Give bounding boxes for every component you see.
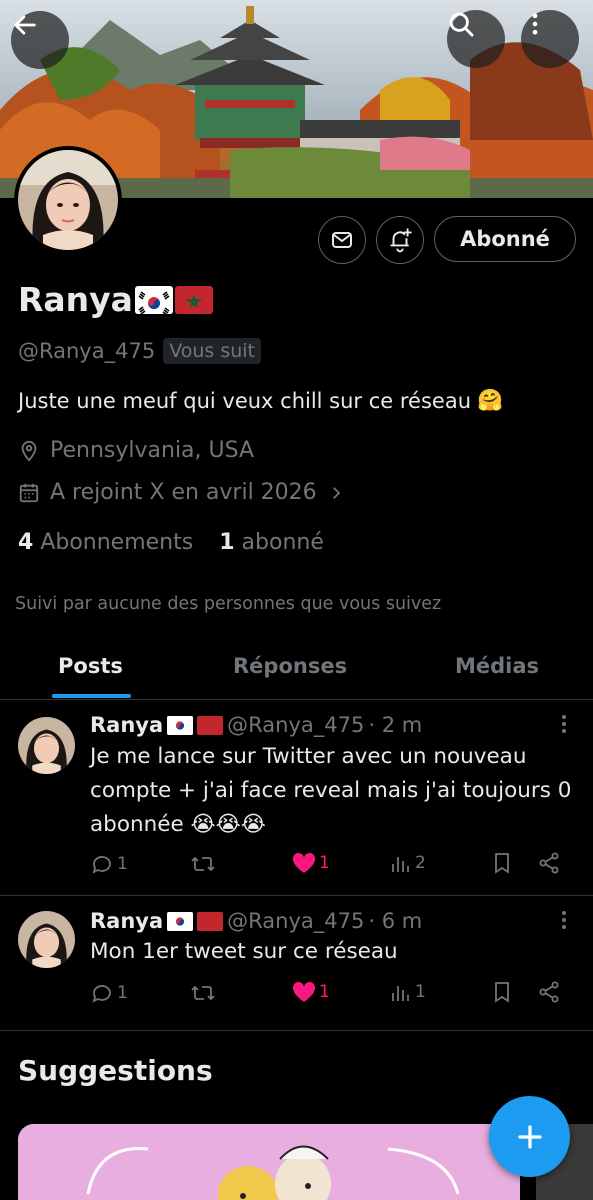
tweet-time: · 6 m	[368, 909, 423, 933]
more-vertical-icon	[562, 715, 566, 733]
suggestion-banner-image	[18, 1124, 520, 1200]
plus-icon	[517, 1124, 542, 1149]
follows-you-badge: Vous suit	[163, 338, 261, 364]
followed-by-text: Suivi par aucune des personnes que vous …	[15, 594, 442, 614]
suggestion-card[interactable]	[18, 1124, 520, 1200]
bookmark-icon	[495, 982, 509, 1003]
tab-posts[interactable]: Posts	[58, 654, 123, 678]
reply-button[interactable]: 1	[90, 852, 128, 876]
bookmark-button[interactable]	[492, 852, 512, 874]
display-name: Ranya	[18, 280, 133, 319]
bookmark-button[interactable]	[492, 981, 512, 1003]
south-korea-flag	[167, 715, 194, 735]
views-button[interactable]: 1	[390, 981, 426, 1003]
tweet-more-button[interactable]	[561, 910, 567, 935]
reply-icon	[92, 856, 111, 874]
location-pin-icon	[21, 440, 37, 462]
views-button[interactable]: 2	[390, 852, 426, 874]
tweet-header: Ranya @Ranya_475 · 6 m	[90, 909, 422, 933]
south-korea-flag	[167, 911, 194, 931]
tweet-avatar[interactable]	[18, 717, 75, 774]
location-row: Pennsylvania, USA	[18, 438, 254, 463]
tweet[interactable]: Ranya @Ranya_475 · 6 m Mon 1er tweet sur…	[0, 897, 593, 1031]
more-options-button[interactable]	[521, 10, 579, 68]
joined-row[interactable]: A rejoint X en avril 2026	[18, 480, 345, 505]
tweet-more-button[interactable]	[561, 714, 567, 739]
views-icon	[392, 986, 409, 1001]
tweet-author-name[interactable]: Ranya	[90, 713, 163, 737]
notify-button[interactable]	[376, 216, 424, 264]
back-button[interactable]	[11, 11, 69, 69]
share-button[interactable]	[538, 981, 560, 1003]
follow-counts: 4 Abonnements 1 abonné	[18, 530, 324, 555]
calendar-icon	[19, 483, 39, 502]
mail-icon	[332, 232, 352, 248]
tab-media[interactable]: Médias	[455, 654, 539, 678]
tweet[interactable]: Ranya @Ranya_475 · 2 m Je me lance sur T…	[0, 700, 593, 896]
chevron-right-icon	[332, 486, 340, 499]
profile-avatar[interactable]	[14, 146, 122, 254]
morocco-flag	[174, 285, 213, 314]
share-icon	[539, 981, 559, 1003]
more-vertical-icon	[532, 13, 538, 35]
morocco-flag	[197, 911, 224, 931]
retweet-button[interactable]	[190, 981, 219, 1005]
profile-name: Ranya	[18, 280, 213, 319]
bell-plus-icon	[390, 228, 412, 253]
handle-row: @Ranya_475 Vous suit	[18, 338, 261, 364]
following-button[interactable]: Abonné	[434, 216, 576, 262]
bio-emoji: 🤗	[477, 388, 504, 412]
following-link[interactable]: 4 Abonnements	[18, 530, 193, 555]
tweet-text: Mon 1er tweet sur ce réseau	[90, 939, 398, 964]
tweet-actions: 1 1 2	[90, 852, 570, 882]
followers-link[interactable]: 1 abonné	[219, 530, 324, 555]
heart-filled-icon	[292, 852, 316, 873]
share-button[interactable]	[538, 852, 560, 874]
tweet-author-name[interactable]: Ranya	[90, 909, 163, 933]
retweet-icon	[191, 856, 215, 872]
joined-text: A rejoint X en avril 2026	[50, 480, 317, 505]
retweet-icon	[191, 985, 215, 1001]
more-vertical-icon	[562, 911, 566, 929]
like-button[interactable]: 1	[292, 981, 330, 1003]
share-icon	[539, 852, 559, 874]
search-icon	[449, 12, 474, 37]
profile-bio: Juste une meuf qui veux chill sur ce rés…	[18, 388, 503, 413]
arrow-left-icon	[14, 15, 36, 35]
tweet-avatar[interactable]	[18, 911, 75, 968]
tweet-actions: 1 1 1	[90, 981, 570, 1011]
bio-text: Juste une meuf qui veux chill sur ce rés…	[18, 388, 472, 413]
like-button[interactable]: 1	[292, 852, 330, 874]
tweet-author-handle: @Ranya_475	[227, 909, 365, 933]
profile-handle: @Ranya_475	[18, 339, 156, 363]
tweet-emoji: 😭😭😭	[190, 812, 266, 837]
south-korea-flag	[134, 285, 173, 314]
tab-replies[interactable]: Réponses	[233, 654, 347, 678]
message-button[interactable]	[318, 216, 366, 264]
tweet-text: Je me lance sur Twitter avec un nouveau …	[90, 744, 572, 837]
profile-tabs: Posts Réponses Médias	[0, 640, 593, 700]
retweet-button[interactable]	[190, 852, 219, 876]
tweet-time: · 2 m	[368, 713, 423, 737]
morocco-flag	[197, 715, 224, 735]
tweet-author-handle: @Ranya_475	[227, 713, 365, 737]
search-button[interactable]	[447, 10, 505, 68]
tweet-header: Ranya @Ranya_475 · 2 m	[90, 713, 422, 737]
suggestions-title: Suggestions	[18, 1054, 213, 1087]
heart-filled-icon	[292, 981, 316, 1002]
reply-icon	[92, 985, 111, 1003]
active-tab-indicator	[52, 694, 131, 698]
location-text: Pennsylvania, USA	[50, 438, 255, 463]
reply-button[interactable]: 1	[90, 981, 128, 1005]
views-icon	[392, 857, 409, 872]
avatar-image	[18, 150, 118, 250]
bookmark-icon	[495, 853, 509, 874]
compose-button[interactable]	[489, 1096, 570, 1177]
